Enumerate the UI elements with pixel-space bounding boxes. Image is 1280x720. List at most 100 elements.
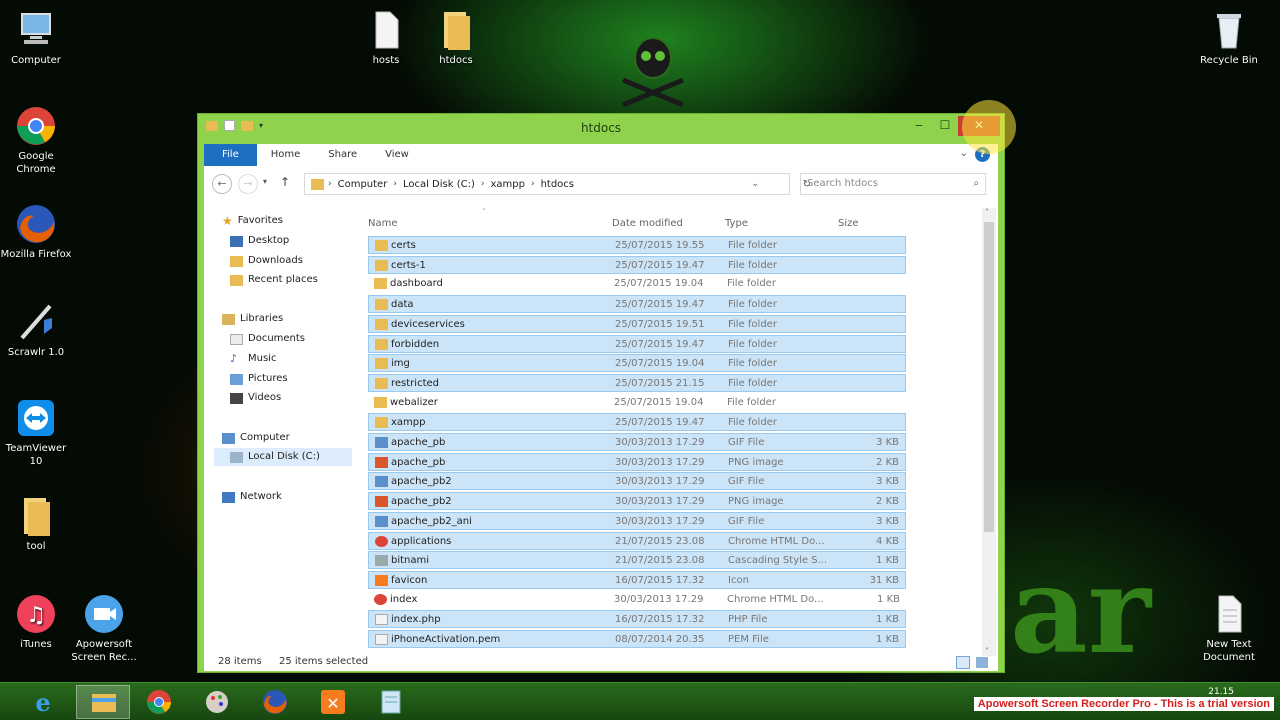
file-icon — [375, 496, 388, 508]
breadcrumb-xampp[interactable]: xampp — [484, 179, 530, 190]
desktop-icon-tool[interactable]: tool — [0, 494, 72, 553]
file-row[interactable]: xampp 25/07/2015 19.47 File folder — [368, 413, 906, 432]
file-row[interactable]: restricted 25/07/2015 21.15 File folder — [368, 373, 906, 392]
address-bar[interactable]: › Computer › Local Disk (C:) › xampp › h… — [304, 173, 811, 195]
nav-libraries[interactable]: Libraries — [222, 310, 283, 328]
minimize-button[interactable]: ‒ — [906, 116, 932, 136]
nav-downloads[interactable]: Downloads — [230, 252, 303, 270]
file-row[interactable]: index.php 16/07/2015 17.32 PHP File 1 KB — [368, 610, 906, 629]
file-type: GIF File — [728, 476, 765, 488]
file-name: applications — [391, 535, 452, 547]
nav-computer[interactable]: Computer — [222, 429, 290, 447]
breadcrumb-htdocs[interactable]: htdocs — [535, 179, 580, 190]
title-bar[interactable]: ▾ htdocs ‒ ☐ ✕ — [198, 114, 1004, 142]
search-input[interactable]: Search htdocs ⌕ — [800, 173, 986, 195]
column-header-date[interactable]: Date modified — [612, 218, 683, 229]
vertical-scrollbar[interactable]: ˄ ˅ — [982, 208, 996, 656]
desktop-icon-computer[interactable]: Computer — [0, 8, 72, 67]
file-row[interactable]: bitnami 21/07/2015 23.08 Cascading Style S… — [368, 551, 906, 570]
desktop-icon-recycle-bin[interactable]: Recycle Bin — [1193, 8, 1265, 67]
file-date: 21/07/2015 23.08 — [615, 555, 705, 567]
nav-documents[interactable]: Documents — [230, 330, 305, 348]
file-row[interactable]: favicon 16/07/2015 17.32 Icon 31 KB — [368, 570, 906, 589]
tab-share[interactable]: Share — [314, 144, 371, 166]
file-row[interactable]: apache_pb 30/03/2013 17.29 PNG image 2 KB — [368, 452, 906, 471]
large-icons-view-icon[interactable] — [976, 657, 988, 668]
documents-icon — [230, 333, 243, 345]
taskbar-chrome[interactable] — [132, 685, 186, 719]
file-row[interactable]: certs 25/07/2015 19.55 File folder — [368, 236, 906, 254]
details-view-icon[interactable] — [956, 656, 970, 669]
taskbar-clock[interactable]: 21.15 — [1208, 687, 1234, 697]
up-button[interactable]: ↑ — [280, 175, 290, 189]
file-date: 30/03/2013 17.29 — [615, 515, 705, 527]
recent-locations-chevron-icon[interactable]: ▾ — [263, 177, 267, 186]
nav-music[interactable]: ♪ Music — [230, 350, 276, 368]
desktop-icon-firefox[interactable]: Mozilla Firefox — [0, 202, 72, 261]
nav-recent-places[interactable]: Recent places — [230, 271, 318, 289]
desktop-icon-htdocs[interactable]: htdocs — [420, 8, 492, 67]
file-row[interactable]: iPhoneActivation.pem 08/07/2014 20.35 PEM … — [368, 630, 906, 648]
desktop-icon-apowersoft[interactable]: Apowersoft Screen Rec... — [68, 592, 140, 664]
file-row[interactable]: index 30/03/2013 17.29 Chrome HTML Do... 1 … — [368, 591, 906, 609]
nav-pictures[interactable]: Pictures — [230, 370, 288, 388]
file-name: apache_pb2 — [391, 496, 452, 508]
file-date: 21/07/2015 23.08 — [615, 535, 705, 547]
desktop-icon-scrawlr[interactable]: Scrawlr 1.0 — [0, 300, 72, 359]
recent-places-icon — [230, 274, 243, 286]
file-row[interactable]: apache_pb2 30/03/2013 17.29 PNG image 2 KB — [368, 492, 906, 511]
forward-button[interactable]: → — [238, 174, 258, 194]
desktop-icon-chrome[interactable]: Google Chrome — [0, 104, 72, 176]
taskbar-notepad[interactable] — [364, 685, 418, 719]
file-row[interactable]: deviceservices 25/07/2015 19.51 File folde… — [368, 314, 906, 333]
nav-network[interactable]: Network — [222, 488, 282, 506]
file-date: 30/03/2013 17.29 — [614, 593, 704, 605]
nav-desktop[interactable]: Desktop — [230, 232, 289, 250]
expand-ribbon-icon[interactable]: ⌄ — [960, 148, 968, 159]
file-row[interactable]: data 25/07/2015 19.47 File folder — [368, 295, 906, 314]
scroll-down-icon[interactable]: ˅ — [985, 647, 989, 656]
address-dropdown-icon[interactable]: ⌄ — [751, 179, 759, 189]
file-row[interactable]: apache_pb2_ani 30/03/2013 17.29 GIF File 3 … — [368, 511, 906, 530]
maximize-button[interactable]: ☐ — [932, 116, 958, 136]
taskbar-ie[interactable]: e — [16, 685, 70, 719]
file-row[interactable]: certs-1 25/07/2015 19.47 File folder — [368, 255, 906, 274]
tab-view[interactable]: View — [371, 144, 423, 166]
desktop-icon-new-text-document[interactable]: New Text Document — [1193, 592, 1265, 664]
breadcrumb-computer[interactable]: Computer — [332, 179, 394, 190]
file-row[interactable]: applications 21/07/2015 23.08 Chrome HTML … — [368, 531, 906, 550]
column-header-name[interactable]: Name — [368, 218, 398, 229]
file-row[interactable]: forbidden 25/07/2015 19.47 File folder — [368, 334, 906, 353]
desktop-icon-teamviewer[interactable]: TeamViewer 10 — [0, 396, 72, 468]
svg-text:✕: ✕ — [326, 694, 339, 713]
taskbar-paint[interactable] — [190, 685, 244, 719]
tab-home[interactable]: Home — [257, 144, 315, 166]
desktop-icon-itunes[interactable]: ♫ iTunes — [0, 592, 72, 651]
taskbar-explorer[interactable] — [76, 685, 130, 719]
star-icon: ★ — [222, 214, 233, 228]
file-row[interactable]: webalizer 25/07/2015 19.04 File folder — [368, 394, 906, 412]
file-row[interactable]: apache_pb 30/03/2013 17.29 GIF File 3 KB — [368, 433, 906, 451]
file-name: favicon — [391, 574, 428, 586]
taskbar-xampp[interactable]: ✕ — [306, 685, 360, 719]
nav-favorites[interactable]: ★ Favorites — [222, 212, 283, 230]
back-button[interactable]: ← — [212, 174, 232, 194]
scroll-up-icon[interactable]: ˄ — [985, 208, 989, 217]
desktop-icon-hosts[interactable]: hosts — [350, 8, 422, 67]
file-row[interactable]: apache_pb2 30/03/2013 17.29 GIF File 3 KB — [368, 472, 906, 491]
taskbar-firefox[interactable] — [248, 685, 302, 719]
desktop-icon-label: Scrawlr 1.0 — [7, 347, 65, 358]
file-row[interactable]: dashboard 25/07/2015 19.04 File folder — [368, 275, 906, 293]
scrollbar-thumb[interactable] — [984, 222, 994, 532]
search-icon[interactable]: ⌕ — [973, 174, 979, 194]
file-type: File folder — [728, 338, 777, 350]
column-header-size[interactable]: Size — [838, 218, 859, 229]
breadcrumb-local-disk[interactable]: Local Disk (C:) — [397, 179, 481, 190]
tab-file[interactable]: File — [204, 144, 257, 166]
file-row[interactable]: img 25/07/2015 19.04 File folder — [368, 354, 906, 373]
drive-icon — [230, 451, 243, 463]
nav-videos[interactable]: Videos — [230, 389, 281, 407]
desktop-icon-label: Apowersoft Screen Rec... — [71, 639, 137, 663]
column-header-type[interactable]: Type — [725, 218, 748, 229]
nav-local-disk[interactable]: Local Disk (C:) — [214, 448, 352, 466]
